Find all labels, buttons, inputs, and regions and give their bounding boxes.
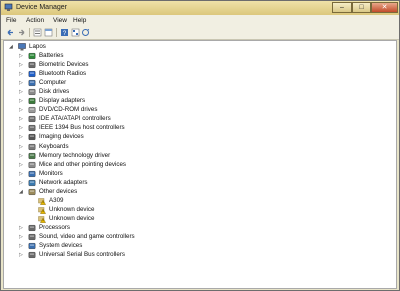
camera-icon xyxy=(28,134,36,141)
device-manager-icon xyxy=(4,3,13,11)
expand-arrow-icon[interactable]: ▷ xyxy=(19,253,24,258)
expand-arrow-icon[interactable]: ▷ xyxy=(19,81,24,86)
expand-arrow-icon[interactable]: ▷ xyxy=(19,63,24,68)
display-adapter-icon xyxy=(28,98,36,105)
scan-hardware-icon[interactable] xyxy=(81,28,90,37)
expand-arrow-icon[interactable]: ▷ xyxy=(19,99,24,104)
minimize-button[interactable]: – xyxy=(332,2,352,13)
dvd-drive-icon xyxy=(28,107,36,114)
ide-controller-icon xyxy=(28,116,36,123)
bluetooth-icon xyxy=(28,71,36,78)
expand-arrow-icon[interactable]: ▷ xyxy=(19,244,24,249)
computer-icon xyxy=(28,80,36,87)
biometric-icon xyxy=(28,62,36,69)
expand-arrow-icon[interactable]: ▷ xyxy=(19,180,24,186)
menu-help[interactable]: Help xyxy=(73,16,86,25)
menu-action[interactable]: Action xyxy=(26,16,44,25)
back-arrow-icon[interactable] xyxy=(6,28,15,37)
toolbar-separator xyxy=(56,28,57,37)
other-devices-icon xyxy=(28,188,36,195)
processor-icon xyxy=(28,224,36,231)
network-adapter-icon xyxy=(28,179,36,186)
menu-view[interactable]: View xyxy=(53,16,67,25)
computer-icon xyxy=(18,43,26,51)
sound-icon xyxy=(28,234,36,240)
collapse-arrow-icon[interactable]: ◢ xyxy=(9,45,14,50)
tree-category[interactable]: ▷ Universal Serial Bus controllers xyxy=(18,251,218,260)
unknown-device-warning-icon xyxy=(38,198,46,205)
device-manager-window: Device Manager – □ ✕ File Action View He… xyxy=(0,0,400,291)
device-tree[interactable]: ◢ Lapos ▷ Batteries ▷ Biometric Devices ▷ Blu… xyxy=(3,40,397,289)
unknown-device-warning-icon xyxy=(38,216,46,223)
collapse-arrow-icon[interactable]: ◢ xyxy=(19,189,24,195)
monitor-icon xyxy=(28,170,36,177)
battery-icon xyxy=(28,53,36,59)
expand-arrow-icon[interactable]: ▷ xyxy=(19,135,24,140)
system-devices-icon xyxy=(28,243,36,250)
menu-file[interactable]: File xyxy=(6,16,16,25)
tree-root[interactable]: ◢ Lapos xyxy=(8,43,128,52)
disk-drive-icon xyxy=(28,89,36,96)
window-title: Device Manager xyxy=(16,4,67,11)
expand-arrow-icon[interactable]: ▷ xyxy=(19,126,24,131)
expand-arrow-icon[interactable]: ▷ xyxy=(19,235,24,240)
device-view-icon[interactable] xyxy=(71,28,80,37)
expand-arrow-icon[interactable]: ▷ xyxy=(19,108,24,113)
expand-arrow-icon[interactable]: ▷ xyxy=(19,153,24,159)
keyboard-icon xyxy=(28,143,36,150)
expand-arrow-icon[interactable]: ▷ xyxy=(19,90,24,95)
expand-arrow-icon[interactable]: ▷ xyxy=(19,171,24,177)
ieee1394-icon xyxy=(28,125,36,132)
menu-bar: File Action View Help xyxy=(1,15,399,26)
forward-arrow-icon[interactable] xyxy=(17,28,26,37)
expand-arrow-icon[interactable]: ▷ xyxy=(19,117,24,122)
tree-category[interactable]: ◢ Other devices xyxy=(18,188,218,197)
toolbar-separator xyxy=(29,28,30,37)
title-bar[interactable]: Device Manager – □ ✕ xyxy=(1,1,399,15)
tree-category-label: Universal Serial Bus controllers xyxy=(39,251,125,259)
expand-arrow-icon[interactable]: ▷ xyxy=(19,144,24,150)
close-button[interactable]: ✕ xyxy=(371,2,398,13)
expand-arrow-icon[interactable]: ▷ xyxy=(19,225,24,231)
help-icon[interactable]: ? xyxy=(60,28,69,37)
expand-arrow-icon[interactable]: ▷ xyxy=(19,162,24,168)
toolbar: ? xyxy=(1,26,399,40)
properties-icon[interactable] xyxy=(33,28,42,37)
expand-arrow-icon[interactable]: ▷ xyxy=(19,72,24,77)
unknown-device-warning-icon xyxy=(38,207,46,214)
mouse-icon xyxy=(28,161,36,168)
memory-icon xyxy=(28,152,36,159)
expand-arrow-icon[interactable]: ▷ xyxy=(19,54,24,59)
usb-icon xyxy=(28,252,36,259)
maximize-button[interactable]: □ xyxy=(352,2,371,13)
window-icon[interactable] xyxy=(44,28,53,37)
